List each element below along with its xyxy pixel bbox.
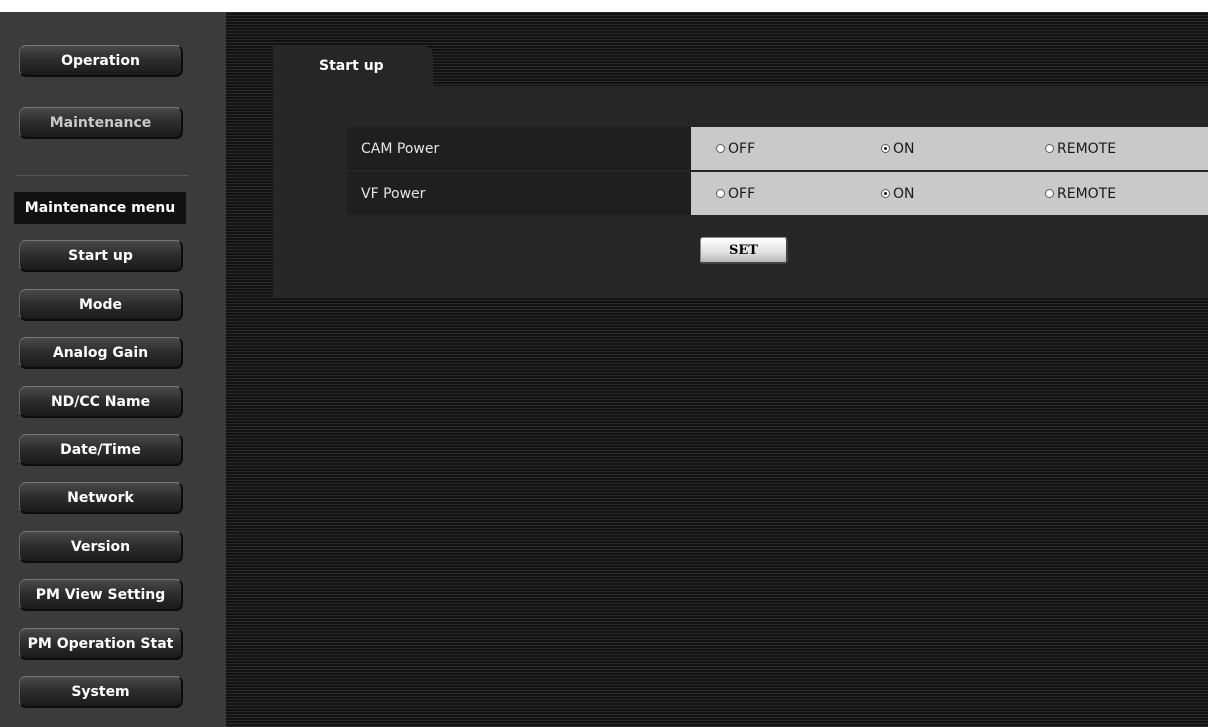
cam-power-options: OFF ON REMOTE: [691, 127, 1208, 170]
set-button[interactable]: SET: [700, 237, 788, 264]
cam-power-on-radio[interactable]: ON: [881, 127, 915, 170]
main-content: Start up CAM Power OFF ON REMOTE VF Powe…: [226, 12, 1208, 727]
radio-label: ON: [893, 185, 915, 202]
sidebar: Operation Maintenance Maintenance menu S…: [0, 12, 226, 727]
radio-label: REMOTE: [1057, 140, 1117, 157]
tab-start-up[interactable]: Start up: [273, 46, 433, 86]
radio-label: OFF: [728, 140, 756, 157]
vf-power-remote-radio[interactable]: REMOTE: [1045, 172, 1116, 215]
menu-item-start-up[interactable]: Start up: [19, 240, 183, 272]
app-frame: Operation Maintenance Maintenance menu S…: [0, 12, 1208, 727]
menu-item-pm-operation-stat[interactable]: PM Operation Stat: [19, 628, 183, 660]
radio-checked-icon: [881, 189, 890, 198]
radio-label: OFF: [728, 185, 756, 202]
sidebar-divider: [16, 175, 188, 176]
radio-unchecked-icon: [716, 144, 725, 153]
menu-item-nd-cc-name[interactable]: ND/CC Name: [19, 386, 183, 418]
radio-checked-icon: [881, 144, 890, 153]
cam-power-remote-radio[interactable]: REMOTE: [1045, 127, 1116, 170]
menu-item-system[interactable]: System: [19, 676, 183, 708]
menu-item-analog-gain[interactable]: Analog Gain: [19, 337, 183, 369]
maintenance-button[interactable]: Maintenance: [19, 107, 183, 139]
vf-power-off-radio[interactable]: OFF: [716, 172, 755, 215]
maintenance-menu-heading: Maintenance menu: [14, 192, 186, 224]
menu-item-date-time[interactable]: Date/Time: [19, 434, 183, 466]
menu-item-pm-view-setting[interactable]: PM View Setting: [19, 579, 183, 611]
radio-label: ON: [893, 140, 915, 157]
menu-item-version[interactable]: Version: [19, 531, 183, 563]
cam-power-off-radio[interactable]: OFF: [716, 127, 755, 170]
vf-power-options: OFF ON REMOTE: [691, 172, 1208, 215]
settings-panel: CAM Power OFF ON REMOTE VF Power OFF ON …: [273, 86, 1208, 297]
vf-power-on-radio[interactable]: ON: [881, 172, 915, 215]
radio-unchecked-icon: [1045, 189, 1054, 198]
vf-power-label: VF Power: [347, 172, 691, 215]
menu-item-mode[interactable]: Mode: [19, 289, 183, 321]
radio-unchecked-icon: [1045, 144, 1054, 153]
radio-label: REMOTE: [1057, 185, 1117, 202]
menu-item-network[interactable]: Network: [19, 482, 183, 514]
radio-unchecked-icon: [716, 189, 725, 198]
operation-button[interactable]: Operation: [19, 45, 183, 77]
cam-power-label: CAM Power: [347, 127, 691, 170]
